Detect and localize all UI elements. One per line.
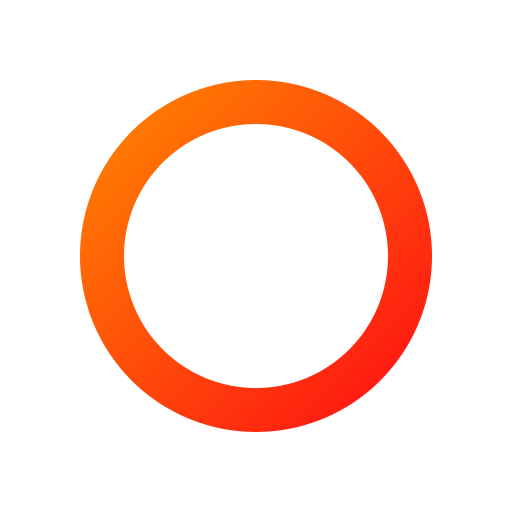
ring-shape bbox=[79, 80, 432, 432]
ring-icon bbox=[79, 80, 432, 432]
app-icon-canvas bbox=[0, 0, 512, 512]
